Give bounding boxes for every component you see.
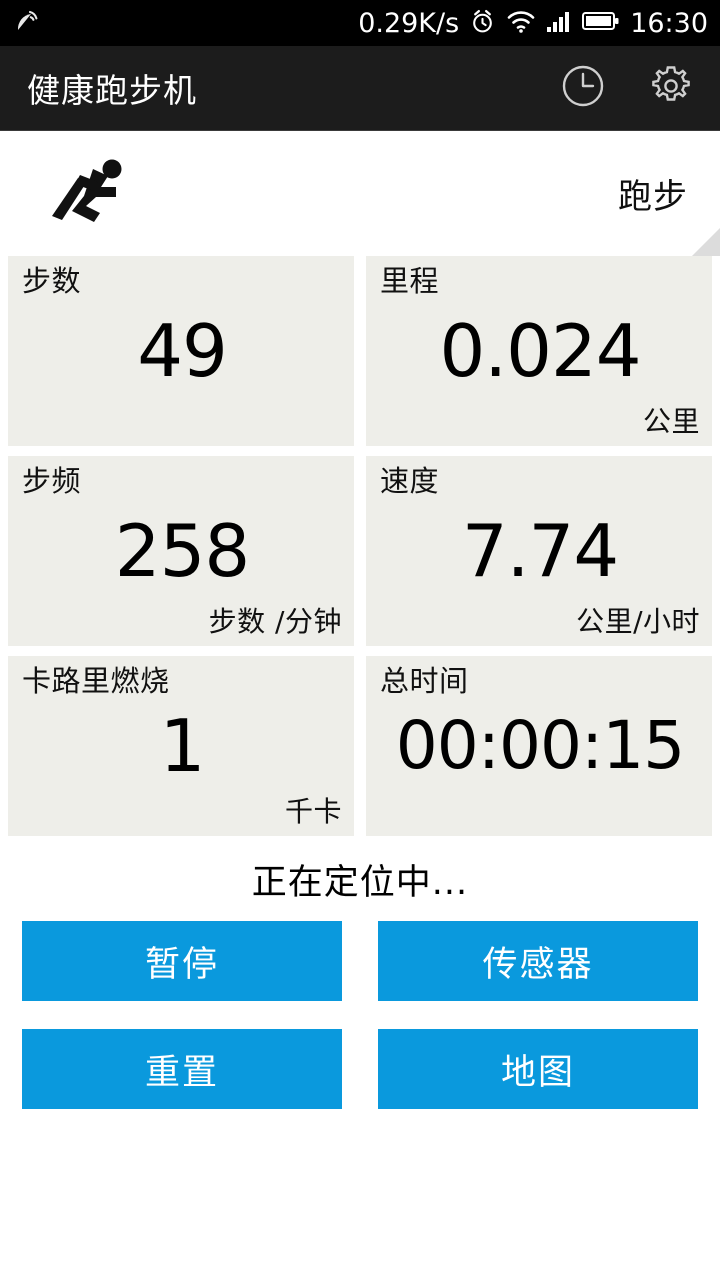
battery-icon [582, 10, 620, 36]
alarm-clock-icon [469, 8, 496, 39]
activity-mode-row[interactable]: 跑步 [0, 131, 720, 256]
action-buttons-row-2: 重置 地图 [22, 1029, 698, 1109]
metrics-row-2: 步频 258 步数 /分钟 速度 7.74 公里/小时 [8, 456, 712, 646]
metric-unit-total-time [380, 798, 700, 828]
wifi-icon [506, 8, 536, 38]
metric-value-speed: 7.74 [461, 509, 619, 594]
spinner-triangle-icon[interactable] [692, 228, 720, 256]
status-bar: 0.29K/s 16:30 [0, 0, 720, 46]
metric-unit-calories: 千卡 [284, 795, 342, 828]
pause-button[interactable]: 暂停 [22, 921, 342, 1001]
map-button[interactable]: 地图 [378, 1029, 698, 1109]
metric-label-speed: 速度 [380, 464, 440, 498]
metric-label-total-time: 总时间 [380, 664, 469, 698]
action-buttons-row-1: 暂停 传感器 [22, 921, 698, 1001]
metrics-row-3: 卡路里燃烧 1 千卡 总时间 00:00:15 [8, 656, 712, 836]
status-bar-right: 0.29K/s 16:30 [358, 8, 708, 39]
metric-value-distance: 0.024 [439, 309, 641, 394]
network-speed-text: 0.29K/s [358, 7, 460, 39]
metric-value-calories: 1 [159, 704, 206, 789]
metric-value-cadence: 258 [114, 509, 250, 594]
metric-card-calories: 卡路里燃烧 1 千卡 [8, 656, 354, 836]
metric-card-speed: 速度 7.74 公里/小时 [366, 456, 712, 646]
cellular-signal-icon [546, 9, 572, 37]
metric-unit-distance: 公里 [642, 405, 700, 438]
sensor-button[interactable]: 传感器 [378, 921, 698, 1001]
metric-value-total-time: 00:00:15 [395, 707, 685, 785]
metric-card-steps: 步数 49 [8, 256, 354, 446]
metric-value-steps: 49 [137, 309, 228, 394]
status-bar-clock: 16:30 [630, 7, 708, 39]
title-bar-actions [560, 63, 694, 113]
app-title-bar: 健康跑步机 [0, 46, 720, 131]
metric-label-distance: 里程 [380, 264, 440, 298]
gps-status-message: 正在定位中... [251, 863, 469, 903]
runner-icon [46, 156, 132, 232]
satellite-dish-icon [14, 8, 40, 38]
metric-card-cadence: 步频 258 步数 /分钟 [8, 456, 354, 646]
metric-label-calories: 卡路里燃烧 [22, 664, 170, 698]
metric-unit-steps [22, 408, 342, 438]
action-buttons: 暂停 传感器 重置 地图 [0, 921, 720, 1109]
reset-button[interactable]: 重置 [22, 1029, 342, 1109]
metrics-row-1: 步数 49 里程 0.024 公里 [8, 256, 712, 446]
metric-unit-cadence: 步数 /分钟 [208, 605, 342, 638]
clock-history-icon[interactable] [560, 63, 606, 113]
metric-label-cadence: 步频 [22, 464, 82, 498]
status-bar-left [14, 8, 40, 38]
metrics-grid: 步数 49 里程 0.024 公里 步频 258 步数 /分钟 速度 7.74 … [0, 256, 720, 836]
metric-card-distance: 里程 0.024 公里 [366, 256, 712, 446]
metric-card-total-time: 总时间 00:00:15 [366, 656, 712, 836]
metric-label-steps: 步数 [22, 264, 82, 298]
gear-icon[interactable] [648, 63, 694, 113]
metric-unit-speed: 公里/小时 [576, 605, 700, 638]
activity-mode-label: 跑步 [618, 177, 688, 217]
page-title: 健康跑步机 [27, 71, 197, 110]
